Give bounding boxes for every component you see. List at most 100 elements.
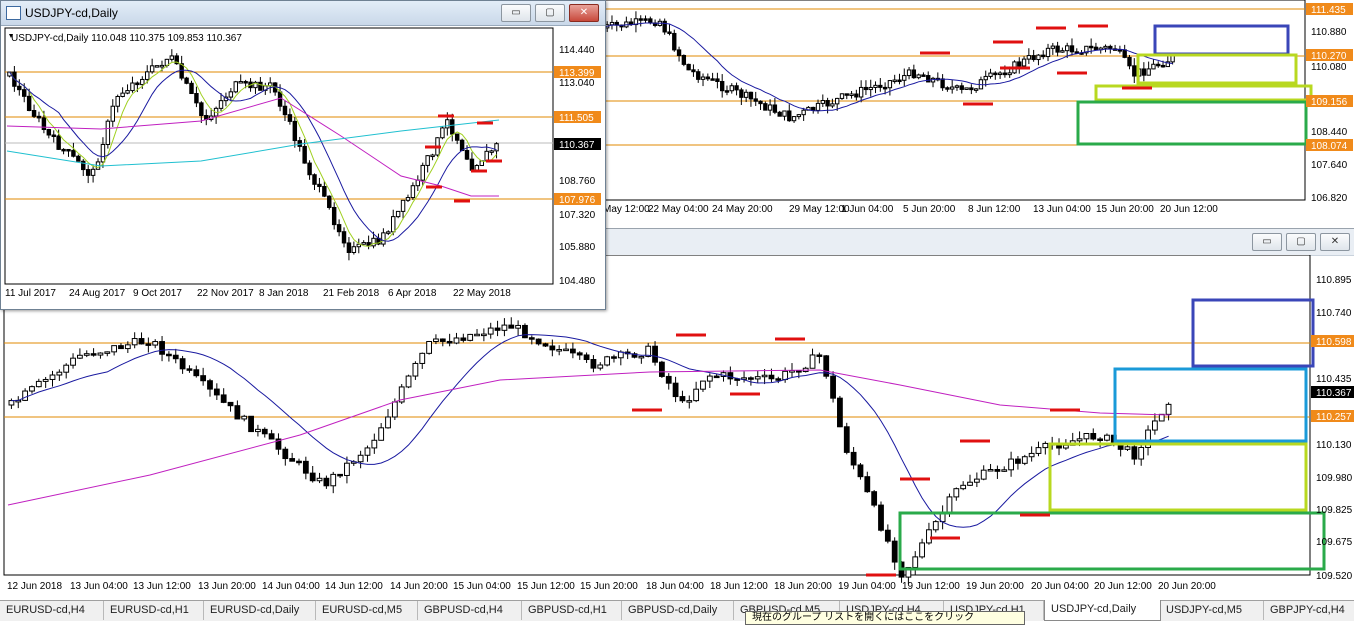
h4-candle xyxy=(1050,45,1055,49)
tab-gbpusd-cd-h4[interactable]: GBPUSD-cd,H4 xyxy=(418,601,522,620)
m5-maximize-button[interactable]: ▢ xyxy=(1286,233,1316,251)
daily-candle xyxy=(341,231,347,244)
tab-usdjpy-cd-m5[interactable]: USDJPY-cd,M5 xyxy=(1160,601,1264,620)
daily-candle xyxy=(100,143,106,163)
m5-candle xyxy=(665,375,672,384)
daily-chart-window[interactable]: USDJPY-cd,Daily ▭ ▢ ✕ USDJPY-cd,Daily 11… xyxy=(0,0,606,310)
h4-candle xyxy=(700,76,706,80)
tab-eurusd-cd-h1[interactable]: EURUSD-cd,H1 xyxy=(104,601,204,620)
daily-chart-canvas[interactable]: USDJPY-cd,Daily 110.048 110.375 109.853 … xyxy=(1,26,603,308)
m5-candle xyxy=(1124,446,1131,450)
m5-time-label: 15 Jun 20:00 xyxy=(580,581,638,592)
tab-eurusd-cd-daily[interactable]: EURUSD-cd,Daily xyxy=(204,601,316,620)
m5-candle xyxy=(1090,432,1097,440)
m5-candle xyxy=(891,540,898,563)
tab-eurusd-cd-h4[interactable]: EURUSD-cd,H4 xyxy=(0,601,104,620)
m5-candle xyxy=(70,357,76,366)
daily-candle xyxy=(381,232,386,245)
h4-candle xyxy=(844,93,849,96)
h4-candle xyxy=(993,72,998,76)
h4-time-label: 1 Jun 04:00 xyxy=(841,204,894,215)
h4-price-label: 108.440 xyxy=(1311,127,1348,138)
tab-gbpjpy-cd-h4[interactable]: GBPJPY-cd,H4 xyxy=(1264,601,1354,620)
m5-candle xyxy=(494,327,501,331)
chart-window-icon xyxy=(6,6,21,20)
h4-candle xyxy=(638,18,643,21)
m5-price-label: 110.895 xyxy=(1316,275,1352,286)
m5-candle xyxy=(316,477,323,482)
daily-candle xyxy=(21,89,27,97)
m5-candle xyxy=(330,473,337,487)
h4-candle xyxy=(1026,55,1032,60)
m5-candle xyxy=(255,428,261,433)
m5-candle xyxy=(426,340,432,354)
h4-candle xyxy=(720,80,725,92)
chart-tab-bar: EURUSD-cd,H4 EURUSD-cd,H1 EURUSD-cd,Daily E… xyxy=(0,600,1354,621)
m5-candle xyxy=(535,338,542,345)
m5-candle xyxy=(1021,456,1028,464)
daily-candle xyxy=(115,95,120,107)
tab-usdjpy-cd-daily[interactable]: USDJPY-cd,Daily xyxy=(1044,600,1161,621)
m5-candle xyxy=(686,400,693,403)
h4-time-label: 20 Jun 12:00 xyxy=(1160,204,1218,215)
m5-price-label: 110.367 xyxy=(1316,388,1352,399)
daily-minimize-button[interactable]: ▭ xyxy=(501,4,531,22)
h4-candle xyxy=(1117,49,1123,52)
h4-candle xyxy=(743,91,749,98)
m5-candle xyxy=(97,352,104,356)
h4-candle xyxy=(926,75,931,83)
m5-candle xyxy=(919,542,925,558)
m5-time-label: 13 Jun 20:00 xyxy=(198,581,256,592)
h4-candle xyxy=(921,74,926,77)
daily-candle xyxy=(76,155,81,162)
tab-gbpusd-cd-h1[interactable]: GBPUSD-cd,H1 xyxy=(522,601,622,620)
h4-candle xyxy=(715,78,720,82)
m5-candle xyxy=(878,504,884,531)
h4-price-label: 108.074 xyxy=(1311,141,1348,152)
m5-candle xyxy=(604,356,611,366)
daily-time-label: 22 May 2018 xyxy=(453,288,511,299)
h4-candle xyxy=(1045,47,1051,58)
m5-candle xyxy=(652,345,658,363)
h4-candle xyxy=(782,110,787,117)
daily-window-titlebar[interactable]: USDJPY-cd,Daily ▭ ▢ ✕ xyxy=(1,1,605,26)
m5-candle xyxy=(241,415,248,420)
h4-time-label: 24 May 20:00 xyxy=(712,204,773,215)
m5-time-label: 20 Jun 12:00 xyxy=(1094,581,1152,592)
m5-price-label: 110.257 xyxy=(1316,412,1352,423)
m5-candle xyxy=(193,369,200,377)
h4-candle xyxy=(1002,72,1008,76)
daily-candle xyxy=(445,119,450,129)
daily-close-button[interactable]: ✕ xyxy=(569,4,599,22)
h4-candle xyxy=(667,31,672,34)
m5-time-label: 18 Jun 12:00 xyxy=(710,581,768,592)
h4-candle xyxy=(830,103,835,107)
m5-candle xyxy=(1001,469,1008,472)
daily-candle xyxy=(169,55,175,60)
h4-time-label: 13 Jun 04:00 xyxy=(1033,204,1091,215)
m5-candle xyxy=(768,374,775,380)
h4-candle xyxy=(950,86,955,90)
daily-candle xyxy=(66,148,71,152)
m5-candle xyxy=(611,356,617,359)
m5-close-button[interactable]: ✕ xyxy=(1320,233,1350,251)
tab-eurusd-cd-m5[interactable]: EURUSD-cd,M5 xyxy=(316,601,418,620)
m5-price-label: 110.740 xyxy=(1316,308,1352,319)
m5-time-label: 15 Jun 12:00 xyxy=(517,581,575,592)
m5-candle xyxy=(104,351,111,354)
tab-gbpusd-cd-daily[interactable]: GBPUSD-cd,Daily xyxy=(622,601,734,620)
h4-candle xyxy=(739,89,744,98)
h4-time-label: 15 Jun 20:00 xyxy=(1096,204,1154,215)
m5-candle xyxy=(515,324,522,329)
m5-minimize-button[interactable]: ▭ xyxy=(1252,233,1282,251)
m5-candle xyxy=(302,460,309,474)
m5-time-label: 13 Jun 04:00 xyxy=(70,581,128,592)
m5-price-label: 110.435 xyxy=(1316,374,1352,385)
daily-maximize-button[interactable]: ▢ xyxy=(535,4,565,22)
daily-candle xyxy=(41,117,47,131)
m5-candle xyxy=(460,337,467,341)
h4-candle xyxy=(691,69,696,73)
m5-candle xyxy=(700,380,706,390)
h4-price-label: 109.156 xyxy=(1311,97,1348,108)
m5-candle xyxy=(480,333,487,337)
